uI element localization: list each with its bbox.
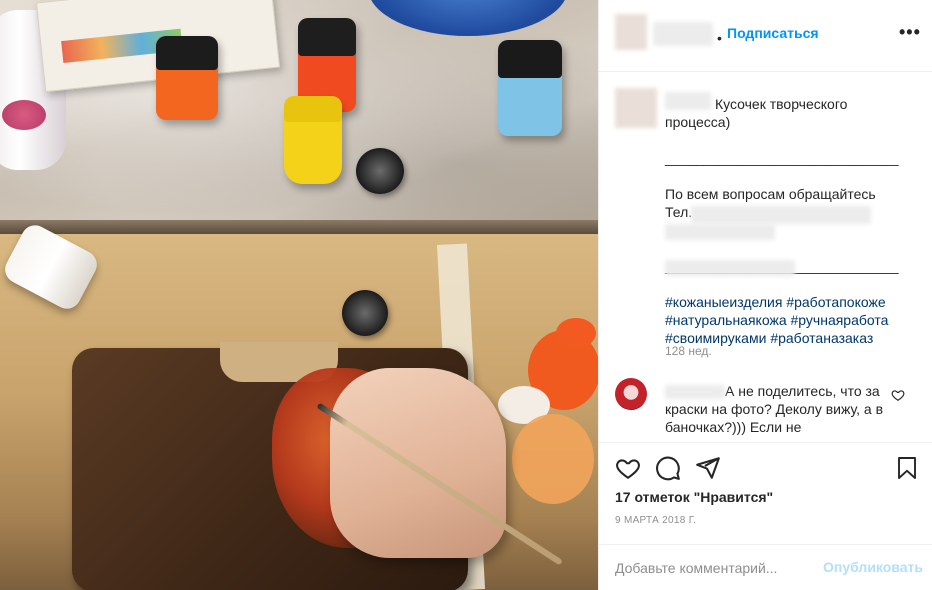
comment-input[interactable]: [615, 557, 815, 579]
hashtag[interactable]: #натуральнаякожа: [665, 312, 787, 328]
post-sidebar: • Подписаться ••• Кусочек творческого пр…: [598, 0, 932, 590]
likes-count[interactable]: 17 отметок "Нравится": [615, 489, 773, 505]
contact-redacted: [665, 224, 775, 240]
author-username[interactable]: [653, 22, 713, 46]
open-jar-cap: [356, 148, 404, 194]
artist-hand: [330, 368, 506, 558]
comment-composer: Опубликовать: [599, 544, 932, 590]
post-actions: 17 отметок "Нравится" 9 МАРТА 2018 Г.: [599, 442, 932, 544]
open-cap-on-board: [342, 290, 388, 336]
post-date: 9 МАРТА 2018 Г.: [615, 515, 697, 526]
caption-line: Кусочек творческого: [715, 96, 848, 112]
paint-smear-light-orange: [512, 414, 594, 504]
share-icon[interactable]: [695, 455, 721, 481]
more-icon[interactable]: •••: [899, 22, 921, 43]
post-age[interactable]: 128 нед.: [665, 344, 712, 358]
jar-lid: [156, 36, 218, 70]
comments-area[interactable]: Кусочек творческого процесса) __________…: [599, 72, 932, 442]
caption-line: процесса): [665, 114, 731, 130]
publish-button[interactable]: Опубликовать: [823, 559, 923, 575]
link-redacted: [665, 260, 795, 276]
jar-lid: [284, 96, 342, 123]
commenter-avatar[interactable]: [615, 378, 647, 410]
follow-button[interactable]: Подписаться: [727, 25, 819, 41]
caption-author-avatar[interactable]: [615, 88, 657, 128]
caption-gap: [665, 275, 905, 293]
heart-icon[interactable]: [615, 455, 641, 481]
caption-gap: [665, 239, 905, 257]
orange-paint-jar: [156, 36, 218, 120]
jar-lid: [498, 40, 562, 79]
yellow-paint-jar: [284, 96, 342, 184]
heart-small-icon[interactable]: [891, 388, 905, 402]
commenter-username[interactable]: [665, 385, 725, 400]
post-photo[interactable]: [0, 0, 598, 590]
caption-hashtags: #кожаныеизделия #работапокоже #натуральн…: [665, 293, 905, 347]
hashtag[interactable]: #кожаныеизделия: [665, 294, 782, 310]
caption-divider: ______________________________: [665, 150, 899, 166]
author-avatar[interactable]: [615, 14, 647, 50]
comment-text: А не поделитесь, что за краски на фото? …: [665, 382, 885, 436]
caption-gap: [665, 167, 905, 185]
post-header: • Подписаться •••: [599, 0, 932, 72]
paint-smear-orange-2: [556, 318, 596, 348]
jar-lid: [298, 18, 356, 56]
caption-gap: [665, 131, 905, 149]
comment-icon[interactable]: [655, 455, 681, 481]
hashtag[interactable]: #ручнаяработа: [791, 312, 889, 328]
caption-line: По всем вопросам обращайтесь: [665, 186, 876, 202]
bookmark-icon[interactable]: [895, 455, 919, 481]
blue-paint-jar: [498, 40, 562, 136]
vase-flower: [2, 100, 46, 130]
hashtag[interactable]: #работаназаказ: [770, 330, 873, 346]
phone-number-redacted: [691, 206, 871, 224]
header-separator: •: [717, 30, 722, 46]
shelf-edge: [0, 220, 598, 234]
hashtag[interactable]: #работапокоже: [786, 294, 885, 310]
